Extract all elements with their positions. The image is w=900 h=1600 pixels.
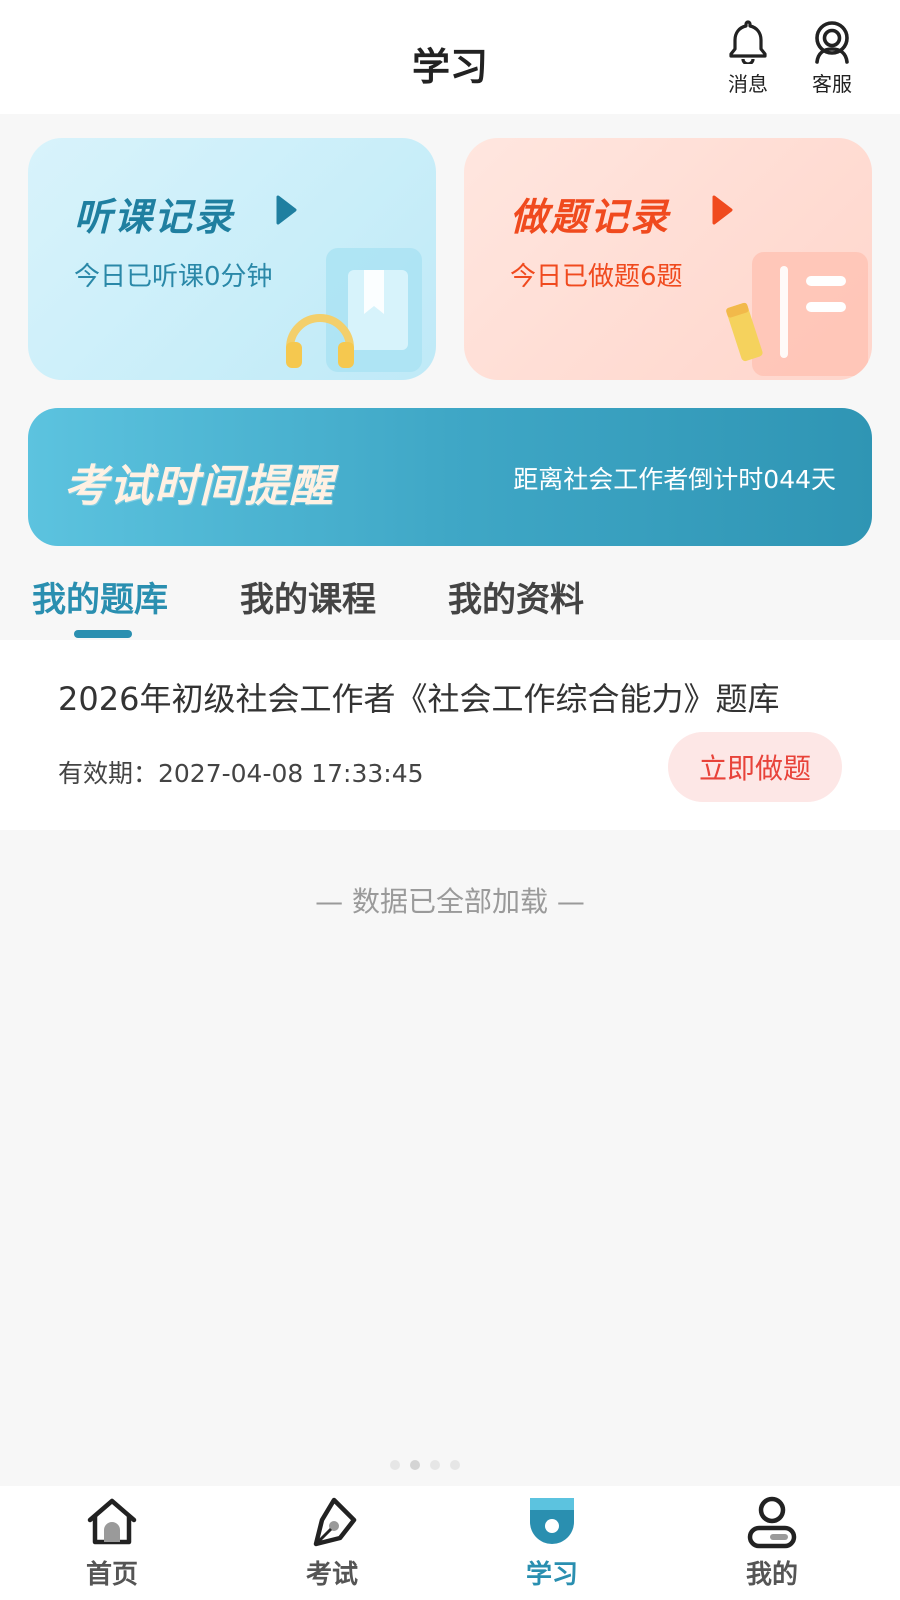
indicator-dot <box>410 1460 420 1470</box>
start-practice-button[interactable]: 立即做题 <box>668 732 842 802</box>
listening-record-title: 听课记录 <box>74 195 235 239</box>
indicator-dot <box>390 1460 400 1470</box>
headset-icon <box>815 21 849 64</box>
practice-record-subtitle: 今日已做题6题 <box>510 262 683 292</box>
indicator-dot <box>450 1460 460 1470</box>
exam-countdown-text: 距离社会工作者倒计时044天 <box>513 465 836 494</box>
nav-profile-label: 我的 <box>745 1560 798 1590</box>
nav-home-label: 首页 <box>85 1560 138 1590</box>
customer-service-label: 客服 <box>812 72 852 96</box>
pen-icon <box>313 1497 357 1547</box>
top-bar: 学习 消息 客服 <box>0 0 900 114</box>
listening-record-card[interactable]: 听课记录 今日已听课0分钟 <box>28 138 436 380</box>
nav-exam-label: 考试 <box>305 1560 358 1590</box>
tab-materials[interactable]: 我的资料 <box>448 572 584 621</box>
bell-icon <box>729 20 767 64</box>
nav-exam[interactable]: 考试 <box>272 1494 392 1598</box>
nav-home[interactable]: 首页 <box>52 1494 172 1598</box>
validity-date: 有效期：2027-04-08 17:33:45 <box>58 759 424 788</box>
practice-record-card[interactable]: 做题记录 今日已做题6题 <box>464 138 872 380</box>
question-bank-title: 2026年初级社会工作者《社会工作综合能力》题库 <box>58 680 780 718</box>
nav-study[interactable]: 学习 <box>492 1494 612 1598</box>
active-tab-indicator <box>74 630 132 638</box>
messages-button[interactable]: 消息 <box>716 18 780 98</box>
triangle-arrow-icon <box>712 195 733 225</box>
list-item[interactable]: 2026年初级社会工作者《社会工作综合能力》题库 有效期：2027-04-08 … <box>0 640 900 830</box>
bottom-navigation: 首页 考试 学习 我的 <box>0 1486 900 1600</box>
nav-study-label: 学习 <box>525 1560 578 1590</box>
profile-icon <box>747 1496 797 1549</box>
indicator-dot <box>430 1460 440 1470</box>
exam-reminder-title: 考试时间提醒 <box>64 461 334 512</box>
practice-record-title: 做题记录 <box>510 195 671 239</box>
home-icon <box>87 1498 137 1545</box>
exam-reminder-banner[interactable]: 考试时间提醒 距离社会工作者倒计时044天 <box>28 408 872 546</box>
listening-record-subtitle: 今日已听课0分钟 <box>74 262 273 292</box>
triangle-arrow-icon <box>276 195 297 225</box>
headphones-book-icon <box>286 248 422 372</box>
content-tabs: 我的题库 我的课程 我的资料 <box>0 560 900 640</box>
list-end-note: — 数据已全部加载 — <box>315 885 585 918</box>
messages-label: 消息 <box>728 72 768 96</box>
tab-courses[interactable]: 我的课程 <box>240 572 376 621</box>
tab-question-bank[interactable]: 我的题库 <box>32 572 168 621</box>
nav-profile[interactable]: 我的 <box>712 1494 832 1598</box>
scroll-indicator <box>390 1460 460 1470</box>
study-icon <box>530 1498 574 1544</box>
notebook-pencil-icon <box>726 252 868 376</box>
customer-service-button[interactable]: 客服 <box>800 18 864 98</box>
